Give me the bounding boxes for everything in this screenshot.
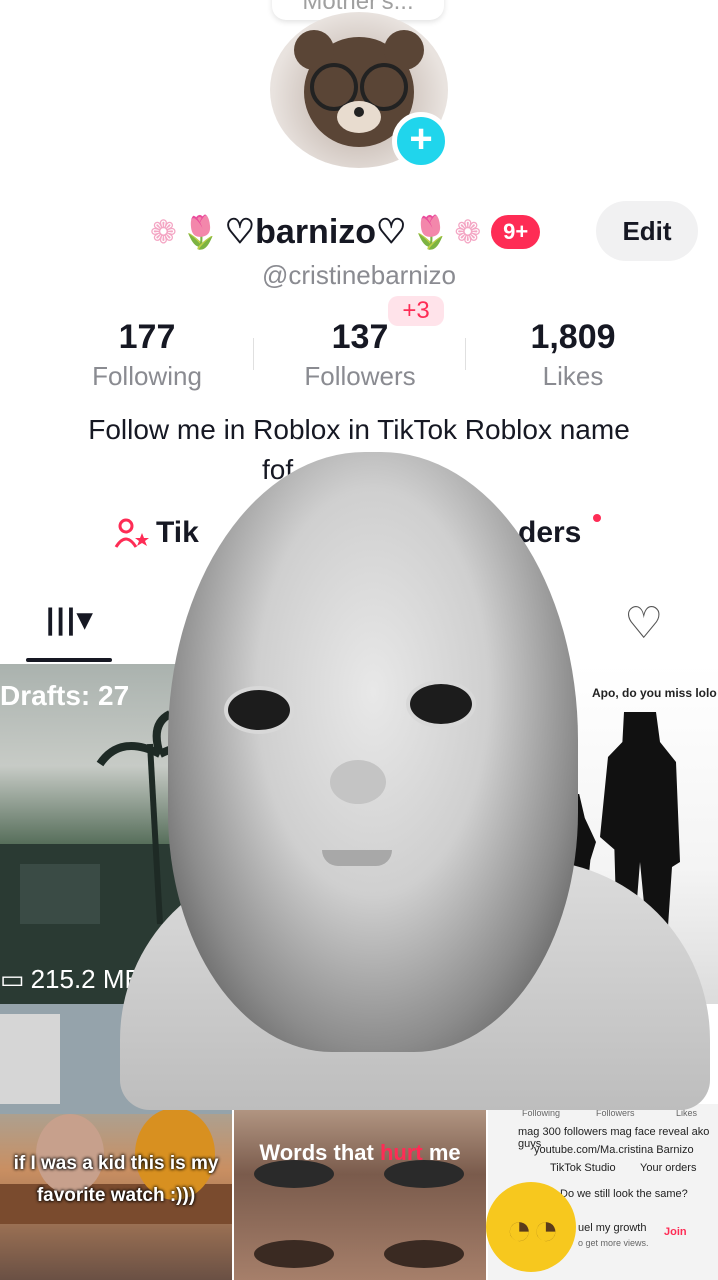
display-name: ♡barnizo♡ [224,213,407,251]
mini-studio: TikTok Studio [550,1162,616,1174]
tiktok-studio-link[interactable]: Tik [114,516,199,550]
mini-question: Do we still look the same? [560,1188,688,1200]
mini-views: o get more views. [578,1238,649,1248]
display-name-row: ❁ 🌷 ♡barnizo♡ 🌷 ❁ 9+ [150,208,541,256]
stat-divider [253,338,254,370]
active-tab-indicator [26,658,112,662]
words-caption-part: Words [259,1140,334,1165]
video-thumbnail-words[interactable] [234,1104,486,1280]
kid-caption: if I was a kid this is my favorite watch… [13,1153,219,1206]
words-caption: Words that hurt me [234,1140,486,1166]
stat-value: 177 [118,318,176,356]
mini-orders: Your orders [640,1162,697,1174]
stat-value: 1,809 [530,318,616,356]
tab-liked[interactable]: ♡ [624,598,663,649]
edit-profile-button[interactable]: Edit [596,201,698,261]
words-caption-part: that [333,1140,380,1165]
add-story-button[interactable]: + [392,112,450,170]
tulip-icon: 🌷 [180,214,221,250]
storage-icon: ▭ [0,964,25,994]
stat-label: Likes [542,361,604,391]
tulip-icon: 🌷 [410,214,451,250]
drafts-count: Drafts: 27 [0,680,130,711]
storage-size: ▭ 215.2 MB [0,964,142,995]
mini-link: youtube.com/Ma.cristina Barnizo [534,1144,694,1156]
flower-icon: ❁ [150,214,177,250]
eyes-image [254,1160,464,1268]
stat-divider [465,338,466,370]
baby-mouth [322,850,392,866]
stat-following[interactable]: 177 Following [62,318,232,392]
tab-videos[interactable]: |||▾ [46,602,94,637]
baby-nose [330,760,386,804]
baby-sticker [168,452,578,1052]
orders-notification-dot [593,514,601,522]
stat-likes[interactable]: 1,809 Likes [488,318,658,392]
storage-size-label: 215.2 MB [30,964,142,994]
notification-badge[interactable]: 9+ [491,215,541,249]
person-star-icon [114,518,149,548]
rolling-eyes-face: ◔◔ [506,1205,560,1254]
mini-growth: uel my growth [578,1222,647,1234]
words-caption-hurt: hurt [379,1140,423,1165]
tiktok-studio-label: Tik [156,516,199,549]
stat-followers[interactable]: 137 Followers [275,318,445,392]
baby-eye-left [224,686,294,734]
bio-text: Follow me in Roblox in TikTok Roblox nam… [88,414,630,445]
stat-label: Followers [304,361,416,391]
words-caption-part: me [422,1140,461,1165]
your-orders-link[interactable]: ders [518,516,581,550]
stat-label: Following [92,361,202,391]
username: @cristinebarnizo [261,260,457,290]
mini-join: Join [664,1226,687,1238]
baby-eye-right [406,680,476,728]
apo-caption: Apo, do you miss lolo [592,686,717,700]
flower-icon: ❁ [454,214,482,250]
stat-value: 137 [331,318,389,356]
